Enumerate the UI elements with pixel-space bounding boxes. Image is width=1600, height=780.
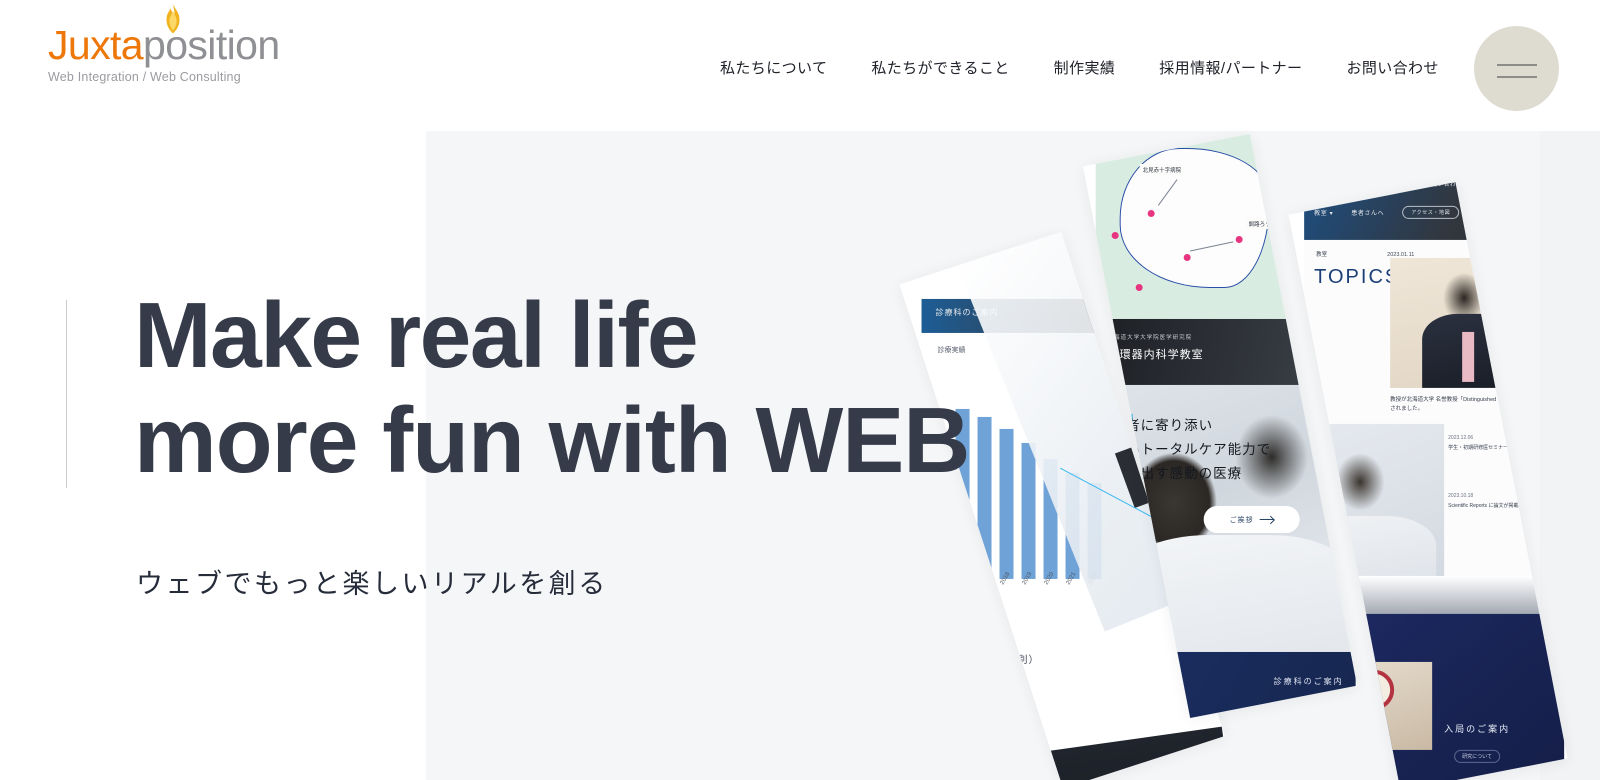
map-island [1281, 133, 1308, 190]
bar-label: 2016 [955, 571, 968, 586]
seal-icon [1354, 669, 1395, 710]
card-topics-feature-photo [1390, 257, 1555, 388]
card-topics-footer-title: 入局のご案内 [1444, 723, 1511, 734]
hero-title-line1: Make real life [134, 283, 699, 387]
nav-item-about[interactable]: 私たちについて [720, 57, 827, 78]
card-topics-nav-item: お問い合わせ [1425, 182, 1463, 188]
nav-item-services[interactable]: 私たちができること [871, 57, 1009, 78]
card-hospital-cta-button[interactable]: ご挨拶 [1203, 505, 1300, 533]
logo-wordmark: Juxtaposition [48, 4, 348, 68]
card-topics-divider [1304, 575, 1565, 618]
nav-item-recruit[interactable]: 採用情報/パートナー [1159, 57, 1302, 78]
map-pin [1111, 231, 1119, 239]
map-pin [1147, 209, 1155, 217]
hamburger-menu-button[interactable] [1474, 26, 1559, 111]
card-topics-nav-item: 教育関連情報 [1375, 182, 1413, 188]
logo[interactable]: Juxtaposition Web Integration / Web Cons… [48, 4, 348, 84]
card-hospital-cta-label: ご挨拶 [1229, 516, 1254, 524]
bar [999, 428, 1014, 579]
map-pin [1183, 253, 1191, 261]
card-hospital-dept-title: 循環器内科学教室 [1107, 348, 1204, 361]
arrow-right-icon [1259, 518, 1274, 520]
main-navigation: 私たちについて 私たちができること 制作実績 採用情報/パートナー お問い合わせ [720, 57, 1439, 78]
card-hospital-dept-small: 北海道大学大学院医学研究院 [1107, 334, 1193, 341]
list-item-date: 2023.10.18 [1448, 492, 1474, 499]
logo-text-primary: Juxta [48, 22, 144, 68]
map-pin [1135, 283, 1143, 291]
card-topics-lead-text: 教授が北海道大学 名誉教授「Distinguished Professor」の称… [1390, 396, 1560, 412]
map-tag: 長内病院 [1101, 133, 1130, 139]
hero-page: Juxtaposition Web Integration / Web Cons… [0, 0, 1600, 780]
card-topics-navbar: 教室案内のご案内 教育関連情報 お問い合わせ 教室 ▾ 患者さんへ アクセス・地… [1304, 182, 1565, 240]
list-item-text: 学生・初期研修医セミナーを開催しました。 [1448, 444, 1549, 451]
photo-subject-tie [1462, 331, 1475, 382]
card-topics-nav-pill: アクセス・地図 [1402, 205, 1460, 219]
hero-subtitle: ウェブでもっと楽しいリアルを創る [136, 569, 608, 599]
list-item-date: 2023.12.06 [1448, 434, 1474, 441]
card-topics-nav-item: 患者さんへ [1351, 210, 1385, 217]
card-topics-nav-row-1: 教室案内のご案内 教育関連情報 お問い合わせ [1314, 182, 1462, 188]
bar [977, 416, 992, 579]
list-item-text: Scientific Reports に論文が掲載されました。 [1448, 502, 1549, 509]
card-topics-meta: 教室 2023.01.11 [1316, 250, 1414, 258]
card-topics-footer-badge: 研究について [1454, 749, 1501, 763]
hamburger-icon-bar-bottom [1497, 76, 1537, 78]
card-topics-nav-item: 教室案内のご案内 [1314, 182, 1363, 188]
bar-label: 2017 [977, 571, 990, 586]
card-hospital-headline-line1: 患者に寄り添い [1111, 417, 1214, 433]
card-hospital-headline-line2: 高いトータルケア能力で [1111, 441, 1272, 457]
card-topics-content: 教室案内のご案内 教育関連情報 お問い合わせ 教室 ▾ 患者さんへ アクセス・地… [1294, 182, 1565, 780]
map-tag: 釧路ろうさい病院 [1245, 217, 1296, 229]
map-pin [1235, 235, 1243, 243]
page-title: Make real life more fun with WEB [134, 283, 970, 493]
logo-tagline: Web Integration / Web Consulting [48, 70, 241, 84]
hero-vertical-rule [66, 300, 67, 488]
card-topics-nav-item: 教室 ▾ [1314, 210, 1334, 217]
card-report-caption: 手術件数（年別） [951, 654, 1040, 666]
site-header: Juxtaposition Web Integration / Web Cons… [0, 0, 1600, 131]
map-tag: 北見赤十字病院 [1139, 163, 1185, 175]
hamburger-icon-bar-top [1497, 64, 1537, 66]
flame-icon [166, 4, 180, 34]
list-item-body: 2023.10.18 Scientific Reports に論文が掲載されまし… [1448, 492, 1548, 530]
nav-item-works[interactable]: 制作実績 [1054, 57, 1116, 78]
card-hospital-footer-label: 診療科のご案内 [1273, 676, 1344, 686]
nav-item-contact[interactable]: お問い合わせ [1346, 57, 1438, 78]
hero-title-line2: more fun with WEB [134, 388, 970, 492]
bar [1021, 442, 1036, 579]
card-topics-meta-category: 教室 [1316, 251, 1328, 258]
card-topics-section-title: TOPICS [1314, 265, 1401, 288]
card-report-footer [924, 726, 1225, 780]
list-item-body: 2023.12.06 学生・初期研修医セミナーを開催しました。 [1448, 434, 1548, 472]
card-topics-nav-row-2: 教室 ▾ 患者さんへ アクセス・地図 [1314, 205, 1460, 219]
